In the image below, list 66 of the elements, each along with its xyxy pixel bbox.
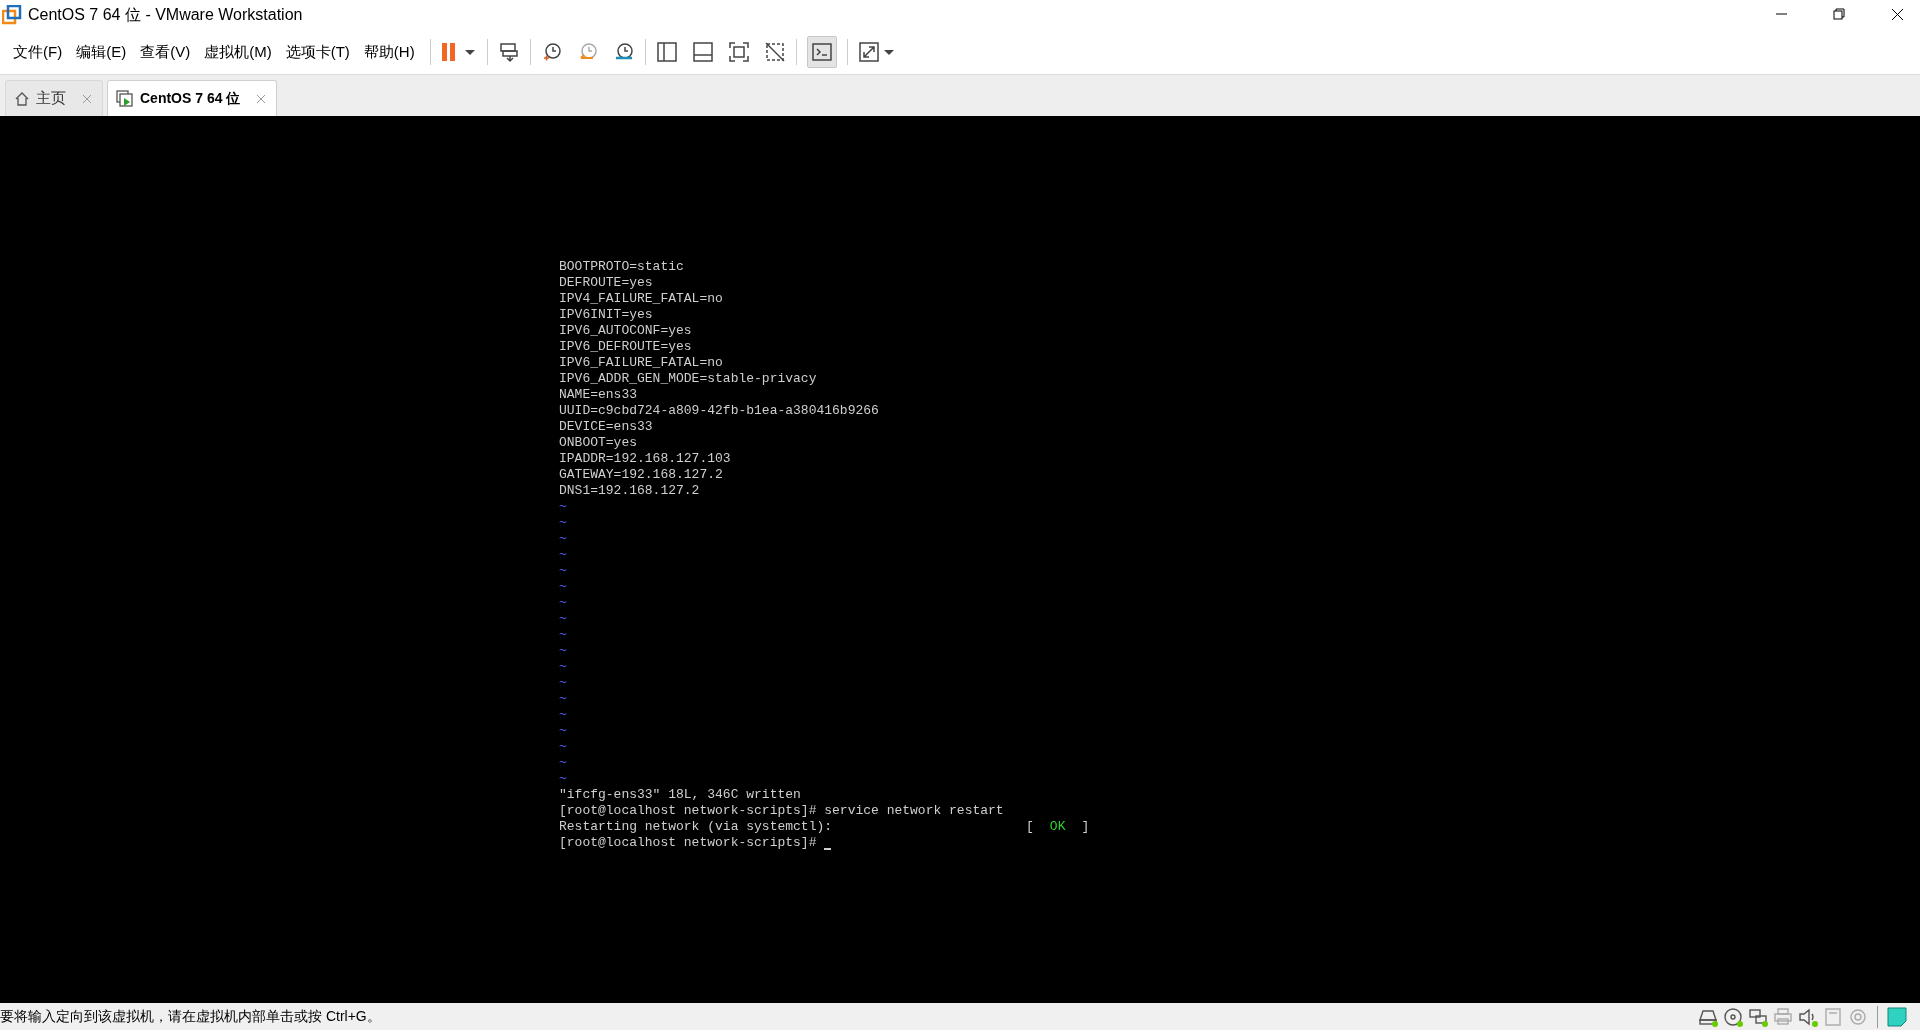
terminal-line: IPV4_FAILURE_FATAL=no: [559, 291, 723, 307]
notes-icon[interactable]: [1886, 1005, 1908, 1028]
ok-status: OK: [1049, 819, 1066, 835]
cd-device-icon[interactable]: [1722, 1005, 1744, 1028]
tilde-marker: ~: [559, 755, 567, 771]
terminal-line: ONBOOT=yes: [559, 435, 637, 451]
tab[interactable]: 主页: [5, 80, 103, 116]
tilde-marker: ~: [559, 499, 567, 515]
terminal-icon: [810, 41, 833, 63]
tab-label: CentOS 7 64 位: [140, 89, 241, 108]
window-title: CentOS 7 64 位 - VMware Workstation: [28, 5, 303, 25]
terminal-line: BOOTPROTO=static: [559, 259, 684, 275]
terminal-line: DNS1=192.168.127.2: [559, 483, 700, 499]
terminal-line: IPV6_DEFROUTE=yes: [559, 339, 692, 355]
menu-item[interactable]: 虚拟机(M): [197, 40, 279, 64]
stretch-icon[interactable]: [857, 41, 880, 63]
tilde-marker: ~: [559, 627, 567, 643]
tilde-marker: ~: [559, 723, 567, 739]
terminal-prompt: [root@localhost network-scripts]#: [559, 835, 817, 851]
terminal-line: [root@localhost network-scripts]# service network restart: [559, 803, 1004, 819]
menu-item[interactable]: 文件(F): [6, 40, 70, 64]
terminal-line: Restarting network (via systemctl):: [559, 819, 833, 835]
terminal-line: DEVICE=ens33: [559, 419, 653, 435]
send-keys-icon[interactable]: [497, 41, 520, 63]
tab-label: 主页: [36, 88, 66, 109]
tilde-marker: ~: [559, 643, 567, 659]
terminal-line: DEFROUTE=yes: [559, 275, 653, 291]
terminal-line: UUID=c9cbd724-a809-42fb-b1ea-a380416b9266: [559, 403, 879, 419]
status-message: 要将输入定向到该虚拟机，请在虚拟机内部单击或按 Ctrl+G。: [0, 1007, 381, 1026]
tilde-marker: ~: [559, 531, 567, 547]
tilde-marker: ~: [559, 563, 567, 579]
terminal-line: IPV6_FAILURE_FATAL=no: [559, 355, 723, 371]
console-view-button[interactable]: [806, 36, 837, 68]
terminal-line: GATEWAY=192.168.127.2: [559, 467, 723, 483]
terminal-line: "ifcfg-ens33" 18L, 346C written: [559, 787, 801, 803]
terminal-line: IPV6_ADDR_GEN_MODE=stable-privacy: [559, 371, 817, 387]
tilde-marker: ~: [559, 579, 567, 595]
terminal-line: IPADDR=192.168.127.103: [559, 451, 731, 467]
terminal-line: IPV6_AUTOCONF=yes: [559, 323, 692, 339]
status-bracket: ]: [1081, 819, 1090, 835]
fullscreen-frame-icon[interactable]: [727, 41, 750, 63]
vm-icon: [116, 89, 134, 108]
text-cursor: [824, 848, 832, 850]
tab[interactable]: CentOS 7 64 位: [107, 80, 278, 116]
app-logo-icon: [2, 5, 22, 25]
tilde-marker: ~: [559, 675, 567, 691]
tilde-marker: ~: [559, 595, 567, 611]
sidebar-view-icon[interactable]: [655, 41, 678, 63]
tilde-marker: ~: [559, 707, 567, 723]
tilde-marker: ~: [559, 659, 567, 675]
menu-item[interactable]: 选项卡(T): [278, 40, 357, 64]
tilde-marker: ~: [559, 611, 567, 627]
menu-item[interactable]: 帮助(H): [356, 40, 422, 64]
thumbnail-view-icon[interactable]: [691, 41, 714, 63]
tilde-marker: ~: [559, 547, 567, 563]
tilde-marker: ~: [559, 515, 567, 531]
home-icon: [14, 90, 30, 107]
menu-item[interactable]: 编辑(E): [69, 40, 134, 64]
terminal-line: NAME=ens33: [559, 387, 637, 403]
menu-item[interactable]: 查看(V): [133, 40, 198, 64]
terminal-line: IPV6INIT=yes: [559, 307, 653, 323]
tilde-marker: ~: [559, 739, 567, 755]
status-bracket: [: [1026, 819, 1034, 835]
tilde-marker: ~: [559, 691, 567, 707]
unity-mode-icon[interactable]: [763, 41, 786, 63]
tilde-marker: ~: [559, 771, 567, 787]
